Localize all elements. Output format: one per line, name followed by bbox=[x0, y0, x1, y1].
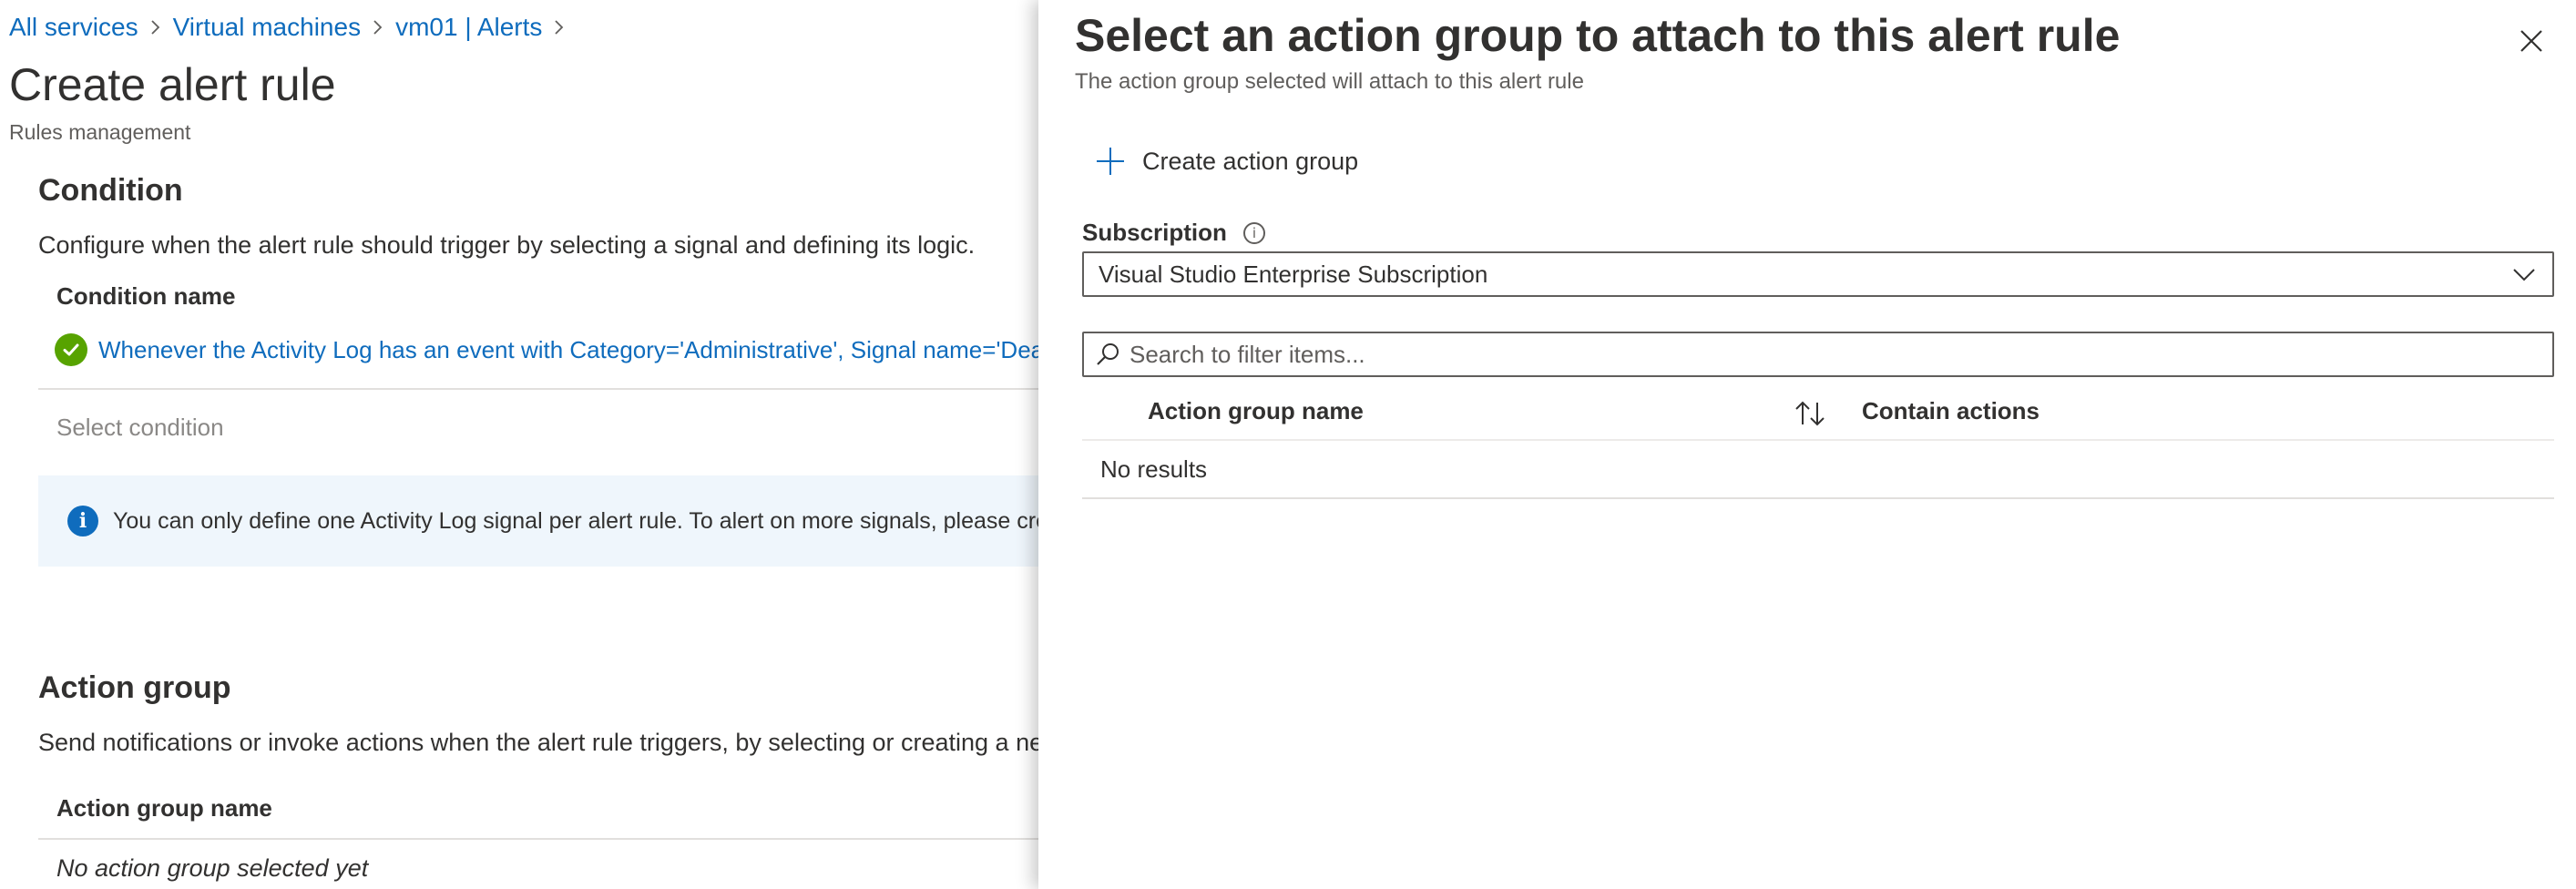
column-header-contain-actions: Contain actions bbox=[1862, 397, 2040, 424]
breadcrumb-all-services[interactable]: All services bbox=[9, 13, 138, 42]
create-alert-rule-blade: All services Virtual machines vm01 | Ale… bbox=[0, 0, 1038, 889]
grid-header: Action group name Contain actions bbox=[1082, 386, 2554, 441]
action-group-description: Send notifications or invoke actions whe… bbox=[38, 729, 1038, 756]
page: All services Virtual machines vm01 | Ale… bbox=[0, 0, 2576, 889]
check-circle-icon bbox=[55, 333, 87, 366]
close-icon bbox=[2520, 30, 2542, 52]
subscription-dropdown[interactable]: Visual Studio Enterprise Subscription bbox=[1082, 251, 2554, 297]
info-icon: i bbox=[67, 506, 98, 536]
no-action-group-text: No action group selected yet bbox=[56, 854, 369, 882]
subscription-label: Subscription bbox=[1082, 219, 1227, 246]
divider bbox=[38, 388, 1038, 390]
search-icon bbox=[1097, 343, 1119, 365]
subscription-selected-value: Visual Studio Enterprise Subscription bbox=[1099, 260, 1488, 288]
breadcrumb-vm01-alerts[interactable]: vm01 | Alerts bbox=[395, 13, 542, 42]
divider bbox=[38, 838, 1038, 840]
chevron-right-icon bbox=[366, 19, 390, 36]
select-action-group-pane: Select an action group to attach to this… bbox=[1038, 0, 2576, 889]
chevron-down-icon bbox=[2513, 269, 2535, 281]
breadcrumb: All services Virtual machines vm01 | Ale… bbox=[9, 13, 577, 42]
table-row: No results bbox=[1082, 441, 2554, 499]
pane-subtitle: The action group selected will attach to… bbox=[1075, 69, 1584, 94]
condition-name-header: Condition name bbox=[56, 282, 236, 310]
condition-description: Configure when the alert rule should tri… bbox=[38, 231, 976, 259]
page-subtitle: Rules management bbox=[9, 120, 191, 144]
info-message-text: You can only define one Activity Log sig… bbox=[113, 507, 1038, 534]
pane-title: Select an action group to attach to this… bbox=[1075, 10, 2121, 61]
subscription-label-row: Subscription i bbox=[1082, 219, 1265, 247]
close-button[interactable] bbox=[2514, 24, 2549, 58]
info-outline-icon[interactable]: i bbox=[1242, 221, 1265, 244]
info-message-bar: i You can only define one Activity Log s… bbox=[38, 475, 1038, 567]
action-group-name-header: Action group name bbox=[56, 794, 272, 822]
page-title: Create alert rule bbox=[9, 59, 336, 110]
select-condition-link[interactable]: Select condition bbox=[56, 414, 224, 442]
condition-row: Whenever the Activity Log has an event w… bbox=[55, 333, 1038, 366]
search-box[interactable] bbox=[1082, 332, 2554, 377]
plus-icon bbox=[1095, 146, 1126, 177]
action-group-section-title: Action group bbox=[38, 670, 231, 705]
no-results-text: No results bbox=[1100, 455, 1208, 483]
create-action-group-label: Create action group bbox=[1142, 147, 1359, 175]
chevron-right-icon bbox=[547, 19, 571, 36]
column-header-action-group-name[interactable]: Action group name bbox=[1148, 397, 1364, 425]
breadcrumb-virtual-machines[interactable]: Virtual machines bbox=[173, 13, 361, 42]
search-input[interactable] bbox=[1130, 340, 2496, 369]
sort-icon[interactable] bbox=[1793, 399, 1829, 428]
create-action-group-button[interactable]: Create action group bbox=[1095, 146, 1358, 177]
condition-link[interactable]: Whenever the Activity Log has an event w… bbox=[98, 336, 1038, 364]
condition-section-title: Condition bbox=[38, 173, 183, 208]
chevron-right-icon bbox=[144, 19, 168, 36]
